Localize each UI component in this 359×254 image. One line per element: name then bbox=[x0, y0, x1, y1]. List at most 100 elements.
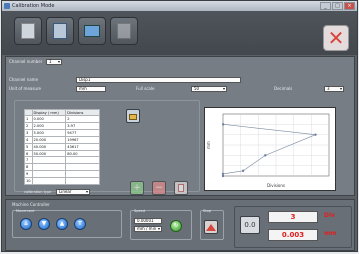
table-cell[interactable]: 9477 bbox=[65, 129, 100, 137]
table-row[interactable]: 4 20.000 19967 bbox=[24, 135, 100, 144]
calibration-table: Display ( mm) Divisions 1 0.000 2 2 2.000 3.9… bbox=[24, 108, 100, 185]
zero-button[interactable]: 0.0 bbox=[240, 216, 260, 234]
app-icon bbox=[4, 3, 10, 9]
row-index-cell: 2 bbox=[24, 122, 33, 131]
table-row[interactable]: 10 bbox=[24, 177, 100, 185]
table-cell[interactable]: 19967 bbox=[65, 135, 100, 144]
document-icon bbox=[178, 184, 184, 192]
row-index-cell: 3 bbox=[24, 129, 33, 137]
calibration-window: Calibration Mode _ □ × ✕ Channel number … bbox=[1, 0, 358, 252]
stop-label: Stop bbox=[203, 209, 211, 213]
fast-up-button[interactable]: ⇈ bbox=[74, 218, 86, 230]
table-cell[interactable]: 2.000 bbox=[31, 122, 67, 131]
calibration-plot: mm Divisions bbox=[204, 107, 336, 191]
row-index-cell: 1 bbox=[24, 115, 33, 124]
table-cell[interactable]: 0.000 bbox=[31, 115, 67, 124]
table-cell[interactable] bbox=[31, 177, 67, 185]
table-cell[interactable]: 3.97 bbox=[65, 122, 100, 131]
channel-name-input[interactable]: Disp1 bbox=[76, 77, 241, 83]
row-index-cell: 9 bbox=[24, 170, 33, 179]
divisions-unit: Div bbox=[324, 212, 335, 219]
table-cell[interactable] bbox=[65, 156, 100, 165]
table-row[interactable]: 6 50.000 80.00 bbox=[24, 149, 100, 158]
row-index-cell: 8 bbox=[24, 163, 33, 172]
table-cell[interactable]: 2 bbox=[65, 115, 100, 124]
table-row[interactable]: 5 40.000 43617 bbox=[24, 142, 100, 151]
monitor-icon bbox=[84, 25, 100, 37]
y-axis-label: mm bbox=[206, 141, 211, 149]
table-row[interactable]: 2 2.000 3.97 bbox=[24, 122, 100, 131]
up-arrow-icon: ▲ bbox=[59, 220, 65, 227]
channel-number-select[interactable]: 1 bbox=[46, 59, 62, 65]
table-cell[interactable]: 40.000 bbox=[31, 142, 67, 151]
table-cell[interactable]: 20.000 bbox=[31, 135, 67, 144]
data-point bbox=[314, 133, 317, 136]
table-cell[interactable]: 43617 bbox=[65, 142, 100, 151]
full-scale-select[interactable]: 50 bbox=[191, 86, 227, 92]
export-button[interactable] bbox=[110, 17, 138, 45]
open-file-button[interactable] bbox=[14, 17, 42, 45]
speed-group: Speed bbox=[130, 209, 192, 240]
maximize-button[interactable]: □ bbox=[332, 2, 343, 10]
document-icon bbox=[21, 23, 35, 39]
table-cell[interactable]: 5.000 bbox=[31, 129, 67, 137]
save-file-button[interactable] bbox=[46, 17, 74, 45]
data-point bbox=[221, 123, 225, 126]
stop-button[interactable] bbox=[204, 220, 218, 234]
mm-display: 0.003 bbox=[268, 229, 318, 241]
table-cell[interactable]: 50.000 bbox=[31, 149, 67, 158]
data-point bbox=[241, 169, 245, 173]
fast-down-button[interactable]: ⇊ bbox=[20, 218, 32, 230]
table-row[interactable]: 7 bbox=[24, 156, 100, 165]
clear-table-button[interactable] bbox=[174, 181, 188, 195]
unit-input[interactable]: mm bbox=[76, 86, 106, 92]
channel-number-label: Channel number bbox=[9, 59, 43, 64]
table-cell[interactable]: 80.00 bbox=[65, 149, 100, 158]
calibrate-button[interactable] bbox=[78, 17, 106, 45]
table-row[interactable]: 8 bbox=[24, 163, 100, 172]
window-close-button[interactable]: × bbox=[344, 2, 355, 10]
import-button[interactable] bbox=[126, 109, 140, 123]
calibration-type-select[interactable]: Linear bbox=[56, 189, 90, 195]
up-button[interactable]: ▲ bbox=[56, 218, 68, 230]
calibration-chart: mm Divisions bbox=[206, 113, 330, 188]
double-down-arrow-icon: ⇊ bbox=[23, 220, 29, 227]
row-index-cell: 4 bbox=[24, 135, 33, 144]
window-title: Calibration Mode bbox=[12, 3, 55, 9]
table-cell[interactable] bbox=[65, 177, 100, 185]
table-cell[interactable] bbox=[65, 170, 100, 179]
document-export-icon bbox=[117, 23, 131, 39]
toolbar: ✕ bbox=[2, 11, 357, 55]
minimize-button[interactable]: _ bbox=[320, 2, 331, 10]
data-point bbox=[264, 154, 267, 157]
table-row[interactable]: 9 bbox=[24, 170, 100, 179]
decimals-select[interactable]: 3 bbox=[324, 86, 344, 92]
x-axis-label: Divisions bbox=[267, 183, 285, 188]
table-cell[interactable] bbox=[31, 156, 67, 165]
close-button[interactable]: ✕ bbox=[323, 25, 349, 51]
data-point bbox=[221, 172, 225, 176]
mm-unit: mm bbox=[324, 230, 337, 237]
add-point-button[interactable]: + bbox=[130, 181, 144, 195]
title-bar: Calibration Mode _ □ × bbox=[2, 1, 357, 11]
speed-input[interactable]: 0.00001 bbox=[134, 218, 162, 224]
stop-icon bbox=[206, 224, 216, 231]
table-row[interactable]: 3 5.000 9477 bbox=[24, 129, 100, 137]
row-index-cell: 10 bbox=[24, 177, 33, 185]
divisions-display: 3 bbox=[268, 211, 318, 223]
speed-unit-select[interactable]: mm / min bbox=[134, 226, 162, 232]
remove-point-button[interactable]: − bbox=[152, 181, 166, 195]
apply-speed-button[interactable]: ↻ bbox=[170, 220, 182, 232]
double-up-arrow-icon: ⇈ bbox=[77, 220, 83, 227]
data-point bbox=[221, 174, 225, 178]
decimals-label: Decimals bbox=[274, 86, 293, 91]
table-cell[interactable] bbox=[31, 170, 67, 179]
unit-label: Unit of measure bbox=[9, 86, 41, 91]
movement-label: Movement bbox=[16, 209, 35, 213]
full-scale-label: Full scale bbox=[136, 86, 155, 91]
table-cell[interactable] bbox=[65, 163, 100, 172]
table-cell[interactable] bbox=[31, 163, 67, 172]
row-index-cell: 6 bbox=[24, 149, 33, 158]
down-button[interactable]: ▼ bbox=[38, 218, 50, 230]
table-row[interactable]: 1 0.000 2 bbox=[24, 115, 100, 124]
